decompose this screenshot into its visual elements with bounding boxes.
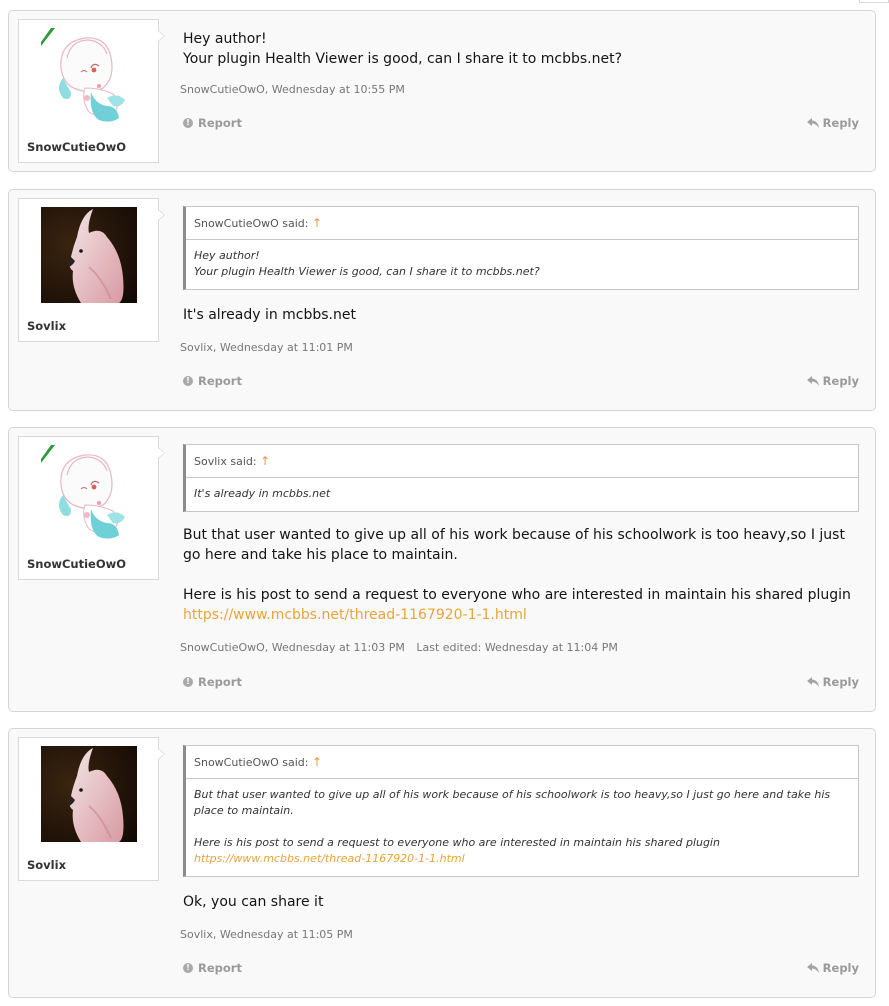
username-link[interactable]: SnowCutieOwO [27, 557, 126, 571]
quote-body: Hey author! Your plugin Health Viewer is… [186, 240, 858, 288]
message-meta: Sovlix, Wednesday at 11:01 PM [180, 341, 353, 354]
message-text: Ok, you can share it [183, 892, 859, 912]
thread-link[interactable]: https://www.mcbbs.net/thread-1167920-1-1… [194, 852, 465, 865]
anime-girl-avatar-image [41, 28, 137, 124]
up-arrow-icon[interactable]: ↑ [260, 454, 270, 468]
reply-button[interactable]: Reply [806, 961, 859, 975]
message-content: Hey author! Your plugin Health Viewer is… [183, 29, 859, 69]
reply-label: Reply [822, 116, 859, 130]
message-content: It's already in mcbbs.net [183, 305, 859, 325]
quote-paragraph: Here is his post to send a request to ev… [194, 836, 720, 849]
quote-body: It's already in mcbbs.net [186, 478, 858, 510]
message-user-info: SnowCutieOwO [18, 19, 165, 163]
reply-button[interactable]: Reply [806, 116, 859, 130]
username-link[interactable]: Sovlix [27, 858, 66, 872]
report-label: Report [198, 961, 242, 975]
message-line: Hey author! [183, 31, 267, 47]
report-button[interactable]: ! Report [183, 961, 242, 975]
message-user-info: Sovlix [18, 198, 165, 342]
thread-link[interactable]: https://www.mcbbs.net/thread-1167920-1-1… [183, 607, 527, 623]
report-button[interactable]: ! Report [183, 675, 242, 689]
avatar[interactable] [41, 207, 137, 303]
quote-header: Sovlix said: ↑ [186, 445, 858, 478]
report-icon: ! [183, 677, 193, 687]
message-text: It's already in mcbbs.net [183, 305, 859, 325]
quote-header: SnowCutieOwO said: ↑ [186, 207, 858, 240]
report-label: Report [198, 374, 242, 388]
avatar[interactable] [41, 746, 137, 842]
report-icon: ! [183, 963, 193, 973]
quote-line: Your plugin Health Viewer is good, can I… [194, 265, 540, 278]
author-date-link[interactable]: SnowCutieOwO, Wednesday at 10:55 PM [180, 83, 405, 96]
quote-block: Sovlix said: ↑ It's already in mcbbs.net [183, 444, 859, 512]
reply-button[interactable]: Reply [806, 374, 859, 388]
reply-button[interactable]: Reply [806, 675, 859, 689]
quote-author[interactable]: SnowCutieOwO said: [194, 756, 309, 769]
message-post: SnowCutieOwO Sovlix said: ↑ It's already… [8, 427, 876, 712]
report-label: Report [198, 675, 242, 689]
quote-block: SnowCutieOwO said: ↑ But that user wante… [183, 745, 859, 877]
up-arrow-icon[interactable]: ↑ [312, 755, 322, 769]
quote-author[interactable]: SnowCutieOwO said: [194, 217, 309, 230]
message-post: Sovlix SnowCutieOwO said: ↑ But that use… [8, 728, 876, 998]
quote-line: It's already in mcbbs.net [194, 487, 331, 500]
quote-block: SnowCutieOwO said: ↑ Hey author! Your pl… [183, 206, 859, 290]
message-line: It's already in mcbbs.net [183, 307, 356, 323]
anime-girl-avatar-image [41, 445, 137, 541]
reply-label: Reply [822, 961, 859, 975]
message-text: But that user wanted to give up all of h… [183, 525, 859, 625]
message-meta: SnowCutieOwO, Wednesday at 11:03 PM Last… [180, 641, 618, 654]
reply-label: Reply [822, 374, 859, 388]
report-icon: ! [183, 376, 193, 386]
message-post: Sovlix SnowCutieOwO said: ↑ Hey author! … [8, 189, 876, 411]
message-user-info: Sovlix [18, 737, 165, 881]
cockatoo-avatar-image [41, 207, 137, 303]
reply-arrow-icon [806, 963, 819, 973]
quote-paragraph: But that user wanted to give up all of h… [194, 788, 831, 817]
quote-author[interactable]: Sovlix said: [194, 455, 257, 468]
message-paragraph: But that user wanted to give up all of h… [183, 527, 845, 563]
avatar[interactable] [41, 28, 137, 124]
report-label: Report [198, 116, 242, 130]
report-button[interactable]: ! Report [183, 116, 242, 130]
author-date-link[interactable]: Sovlix, Wednesday at 11:05 PM [180, 928, 353, 941]
username-link[interactable]: Sovlix [27, 319, 66, 333]
reply-arrow-icon [806, 118, 819, 128]
last-edited-text: Last edited: Wednesday at 11:04 PM [416, 641, 618, 654]
author-date-link[interactable]: SnowCutieOwO, Wednesday at 11:03 PM [180, 641, 405, 654]
username-link[interactable]: SnowCutieOwO [27, 140, 126, 154]
quote-body: But that user wanted to give up all of h… [186, 779, 858, 875]
message-meta: Sovlix, Wednesday at 11:05 PM [180, 928, 353, 941]
cockatoo-avatar-image [41, 746, 137, 842]
quote-line: Hey author! [194, 249, 260, 262]
message-content: Ok, you can share it [183, 892, 859, 912]
report-icon: ! [183, 118, 193, 128]
reply-arrow-icon [806, 677, 819, 687]
message-content: But that user wanted to give up all of h… [183, 525, 859, 625]
message-paragraph: Here is his post to send a request to ev… [183, 587, 851, 603]
message-text: Hey author! Your plugin Health Viewer is… [183, 29, 859, 69]
up-arrow-icon[interactable]: ↑ [312, 216, 322, 230]
author-date-link[interactable]: Sovlix, Wednesday at 11:01 PM [180, 341, 353, 354]
message-meta: SnowCutieOwO, Wednesday at 10:55 PM [180, 83, 405, 96]
report-button[interactable]: ! Report [183, 374, 242, 388]
reply-arrow-icon [806, 376, 819, 386]
avatar[interactable] [41, 445, 137, 541]
message-post: SnowCutieOwO Hey author! Your plugin Hea… [8, 10, 876, 172]
message-line: Your plugin Health Viewer is good, can I… [183, 51, 623, 67]
top-corner-tab [859, 0, 889, 3]
message-line: Ok, you can share it [183, 894, 324, 910]
reply-label: Reply [822, 675, 859, 689]
quote-header: SnowCutieOwO said: ↑ [186, 746, 858, 779]
message-user-info: SnowCutieOwO [18, 436, 165, 580]
